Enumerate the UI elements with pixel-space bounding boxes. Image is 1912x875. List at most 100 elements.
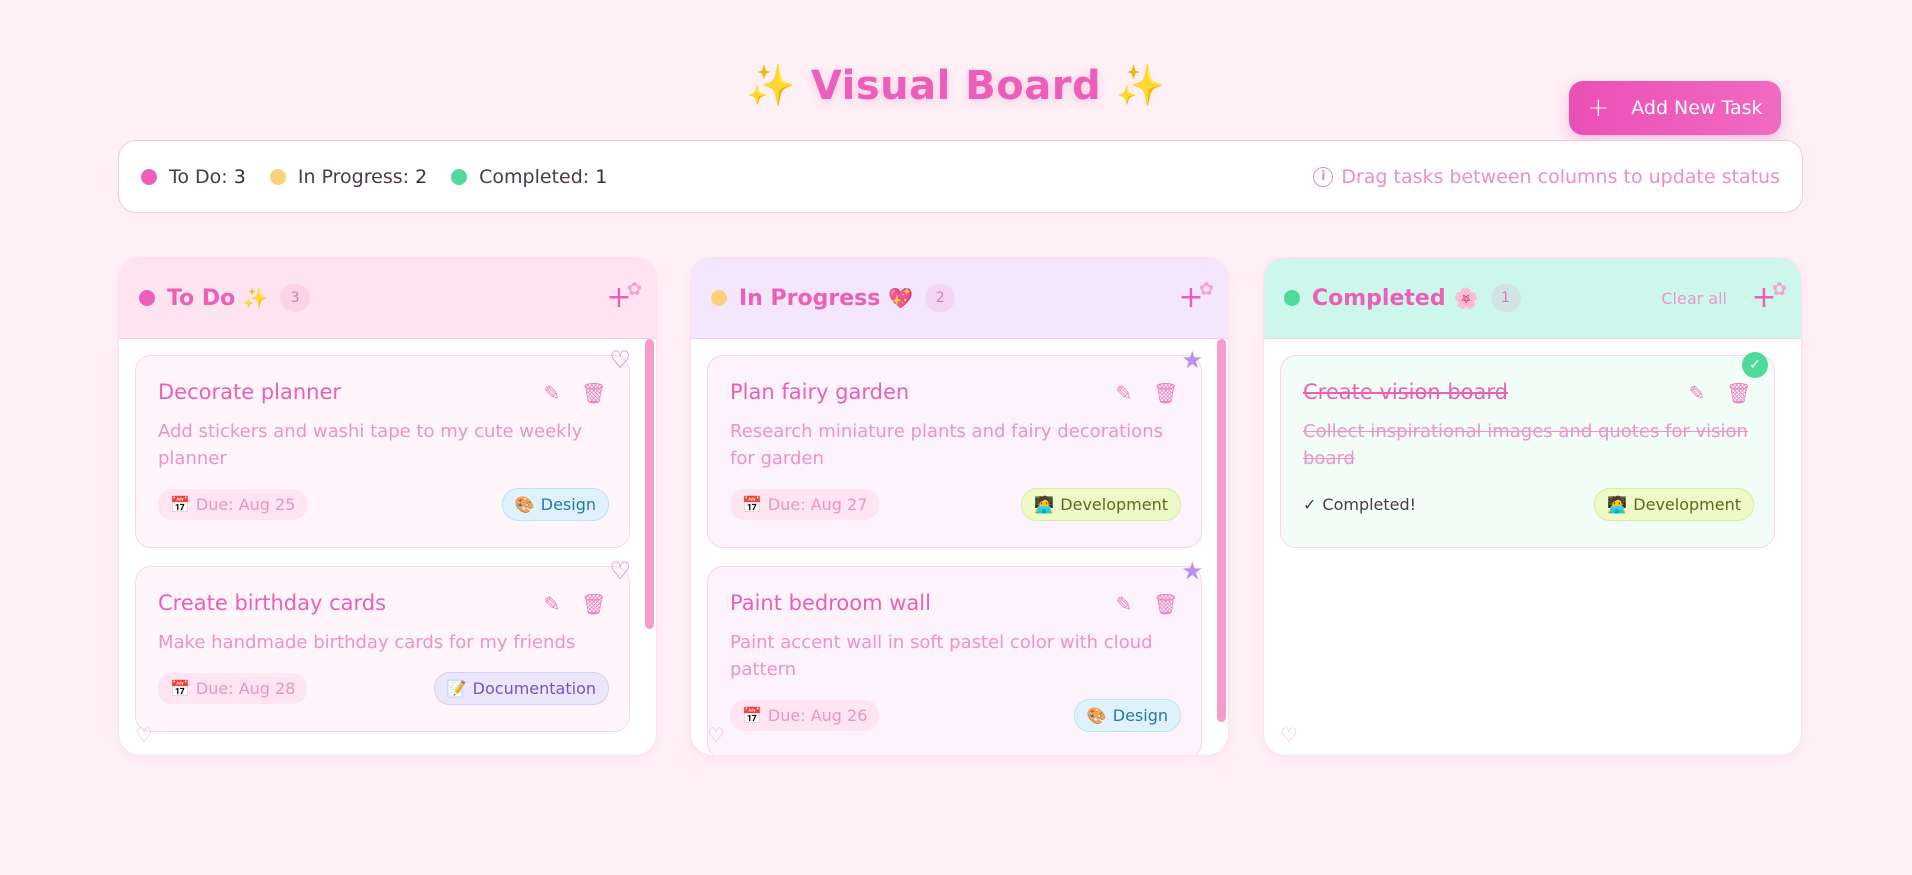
done-dot (1284, 290, 1300, 306)
task-card[interactable]: ♡ Decorate planner ✎ 🗑 Add stickers and … (135, 346, 631, 548)
stat-done-label: Completed: (479, 165, 590, 188)
developer-icon: 🧑‍💻 (1034, 495, 1055, 514)
due-date-text: Due: Aug 25 (195, 495, 296, 514)
progress-dot (269, 168, 286, 185)
drag-hint: i Drag tasks between columns to update s… (1313, 166, 1780, 188)
task-card[interactable]: ★ Paint bedroom wall ✎ 🗑 Paint accent wa… (707, 557, 1203, 755)
edit-icon[interactable]: ✎ (541, 382, 563, 404)
tag-label: Design (1112, 706, 1168, 725)
tag-label: Design (540, 495, 596, 514)
palette-icon: 🎨 (1086, 706, 1107, 725)
due-date: 📅 Due: Aug 25 (158, 489, 308, 520)
trash-icon[interactable]: 🗑 (1726, 382, 1751, 404)
calendar-icon: 📅 (742, 495, 762, 514)
calendar-icon: 📅 (170, 495, 190, 514)
tag-development: 🧑‍💻 Development (1021, 488, 1181, 521)
flower-icon: ✿ (626, 279, 642, 300)
edit-icon[interactable]: ✎ (1113, 593, 1135, 615)
progress-dot (711, 290, 727, 306)
column-header: In Progress 💖 2 + ✿ (691, 258, 1228, 339)
tag-documentation: 📝 Documentation (433, 672, 609, 705)
stat-progress-count: 2 (415, 165, 428, 188)
heart-icon[interactable]: ♡ (609, 557, 631, 585)
flower-icon: ✿ (1771, 279, 1787, 300)
flower-emoji-icon: 🌸 (1453, 286, 1479, 310)
stats-bar: To Do: 3 In Progress: 2 Completed: 1 i D… (118, 140, 1803, 213)
edit-icon[interactable]: ✎ (541, 593, 563, 615)
calendar-icon: 📅 (742, 706, 762, 725)
trash-icon[interactable]: 🗑 (1153, 382, 1178, 404)
stat-todo-count: 3 (233, 165, 246, 188)
tag-design: 🎨 Design (1073, 699, 1181, 732)
heart-icon: ♡ (707, 723, 725, 747)
tag-development: 🧑‍💻 Development (1594, 488, 1754, 521)
task-description: Make handmade birthday cards for my frie… (158, 632, 576, 653)
completed-status-text: Completed! (1322, 495, 1417, 514)
done-dot (451, 168, 468, 185)
task-card[interactable]: ✓ Create vision board ✎ 🗑 Collect inspir… (1280, 352, 1775, 548)
column-count-badge: 3 (280, 284, 311, 312)
due-date: 📅 Due: Aug 28 (158, 673, 308, 704)
task-description: Research miniature plants and fairy deco… (730, 421, 1163, 469)
add-task-to-column-button[interactable]: + ✿ (1174, 279, 1214, 315)
trash-icon[interactable]: 🗑 (581, 382, 606, 404)
flower-icon: ✿ (1198, 279, 1214, 300)
column-in-progress[interactable]: In Progress 💖 2 + ✿ ★ Plan fairy garden ✎… (690, 257, 1229, 756)
task-card[interactable]: ♡ Create birthday cards ✎ 🗑 Make handmad… (135, 557, 631, 732)
column-title: To Do (167, 285, 236, 311)
stat-todo-label: To Do: (169, 165, 228, 188)
clear-all-button[interactable]: Clear all (1661, 289, 1727, 308)
column-todo[interactable]: To Do ✨ 3 + ✿ ♡ Decorate planner ✎ 🗑 Add … (118, 257, 657, 756)
task-card[interactable]: ★ Plan fairy garden ✎ 🗑 Research miniatu… (707, 346, 1203, 548)
palette-icon: 🎨 (514, 495, 535, 514)
add-task-to-column-button[interactable]: + ✿ (1747, 279, 1787, 315)
column-title: In Progress (739, 285, 881, 311)
add-task-to-column-button[interactable]: + ✿ (602, 279, 642, 315)
sparkle-icon: ✨ (243, 286, 269, 310)
drag-hint-text: Drag tasks between columns to update sta… (1341, 165, 1780, 188)
tag-label: Documentation (472, 679, 596, 698)
sparkle-icon: ✨ (746, 63, 797, 109)
due-date-text: Due: Aug 28 (195, 679, 296, 698)
column-title: Completed (1312, 285, 1446, 311)
edit-icon[interactable]: ✎ (1686, 382, 1708, 404)
task-description: Paint accent wall in soft pastel color w… (730, 632, 1153, 680)
developer-icon: 🧑‍💻 (1607, 495, 1628, 514)
stat-done: Completed: 1 (451, 166, 607, 188)
add-new-task-button[interactable]: + Add New Task (1569, 81, 1781, 135)
column-completed[interactable]: Completed 🌸 1 Clear all + ✿ ✓ Create visi… (1263, 257, 1802, 756)
calendar-icon: 📅 (170, 679, 190, 698)
todo-dot (139, 290, 155, 306)
column-header: Completed 🌸 1 Clear all + ✿ (1264, 258, 1801, 339)
column-scrollbar[interactable] (1217, 339, 1226, 722)
info-icon: i (1313, 166, 1334, 187)
check-circle-icon: ✓ (1303, 495, 1317, 514)
memo-icon: 📝 (446, 679, 467, 698)
add-new-task-label: Add New Task (1631, 97, 1763, 119)
column-body: ★ Plan fairy garden ✎ 🗑 Research miniatu… (691, 339, 1228, 755)
edit-icon[interactable]: ✎ (1113, 382, 1135, 404)
tag-label: Development (1060, 495, 1168, 514)
star-icon[interactable]: ★ (1181, 346, 1203, 374)
stat-progress-label: In Progress: (297, 165, 410, 188)
stat-progress: In Progress: 2 (269, 165, 428, 188)
completed-status: ✓ Completed! (1303, 495, 1416, 514)
task-description: Collect inspirational images and quotes … (1303, 421, 1748, 469)
tag-label: Development (1633, 495, 1741, 514)
column-header: To Do ✨ 3 + ✿ (119, 258, 656, 339)
task-description: Add stickers and washi tape to my cute w… (158, 421, 583, 469)
board-title: Visual Board (810, 63, 1102, 109)
stat-done-count: 1 (595, 165, 608, 188)
column-body: ♡ Decorate planner ✎ 🗑 Add stickers and … (119, 339, 656, 755)
trash-icon[interactable]: 🗑 (1153, 593, 1178, 615)
check-icon: ✓ (1742, 352, 1768, 378)
due-date-text: Due: Aug 27 (767, 495, 868, 514)
star-icon[interactable]: ★ (1181, 557, 1203, 585)
due-date: 📅 Due: Aug 26 (730, 700, 880, 731)
due-date: 📅 Due: Aug 27 (730, 489, 880, 520)
column-scrollbar[interactable] (645, 339, 654, 629)
heart-icon[interactable]: ♡ (609, 346, 631, 374)
trash-icon[interactable]: 🗑 (581, 593, 606, 615)
column-count-badge: 2 (925, 284, 956, 312)
sparkle-icon: ✨ (1115, 63, 1166, 109)
